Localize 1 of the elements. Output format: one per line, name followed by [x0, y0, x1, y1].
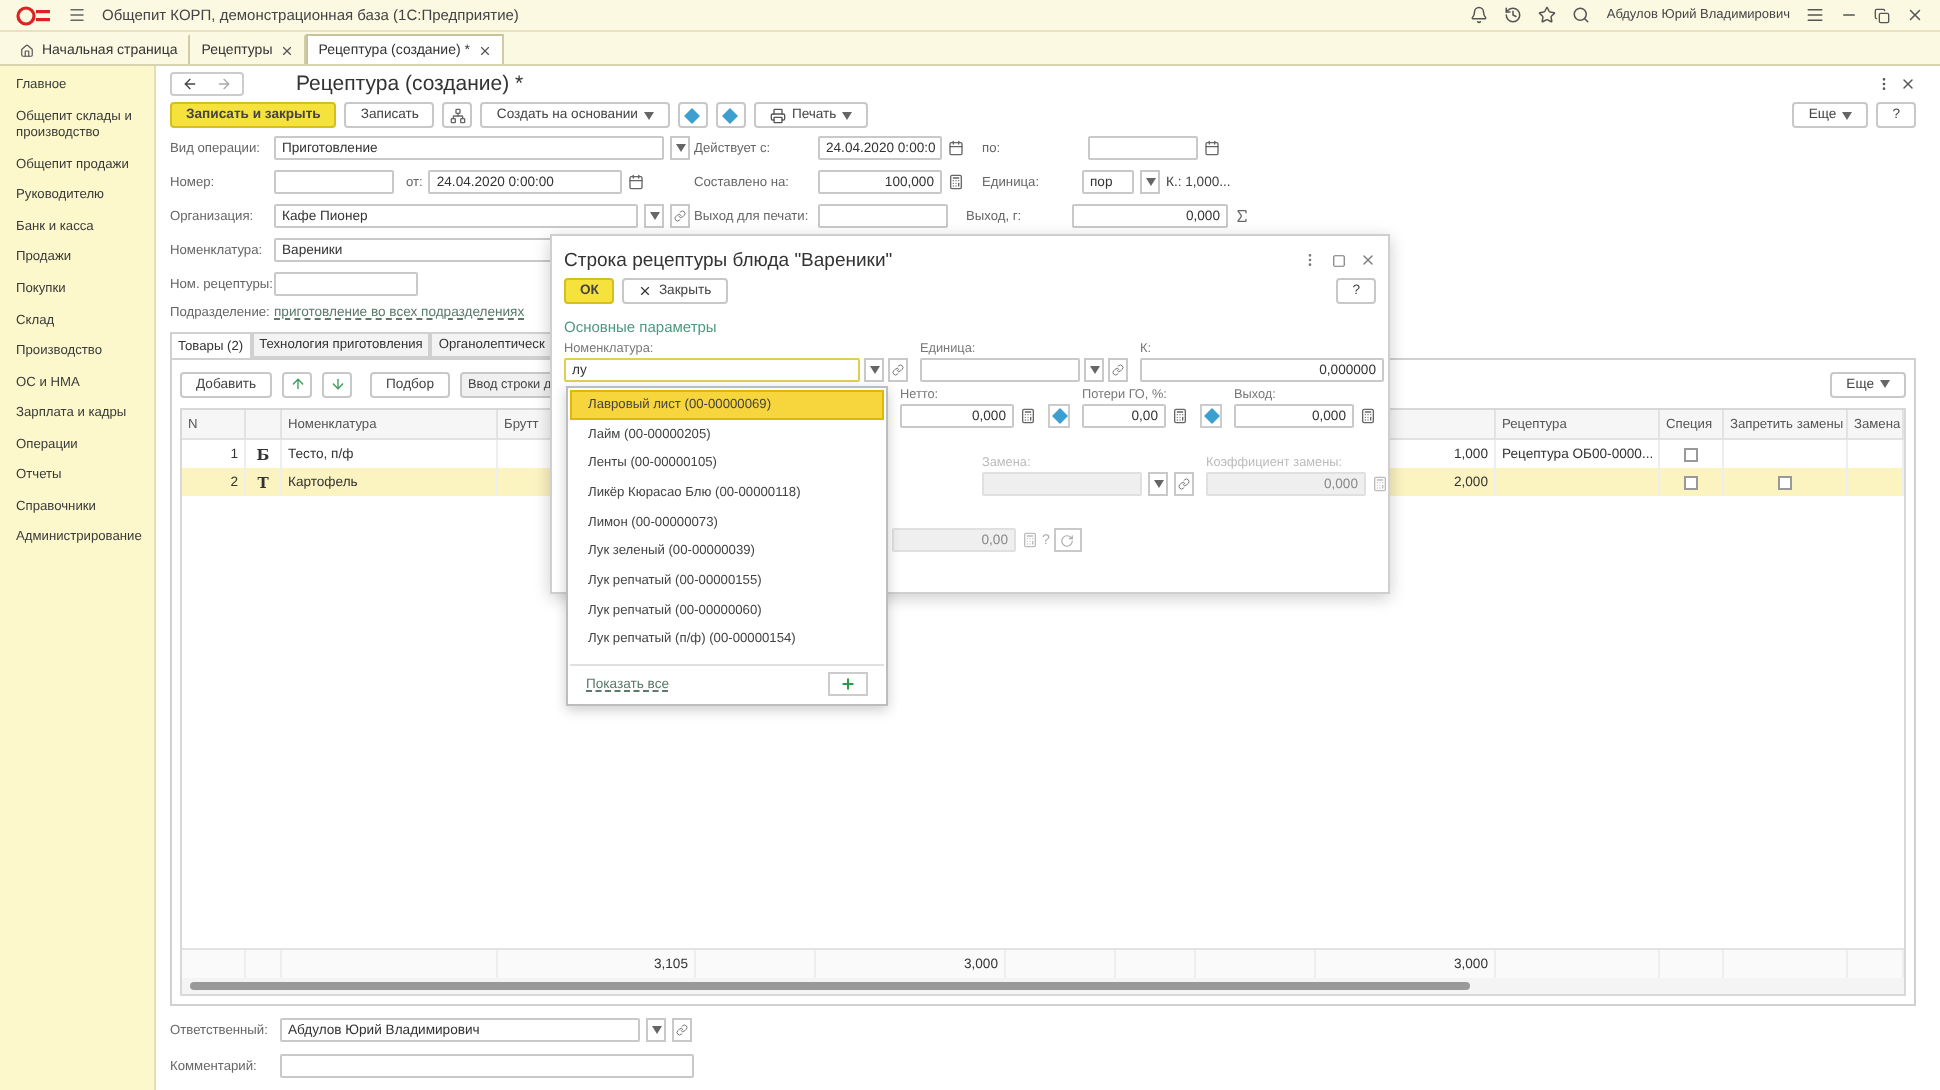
form-title: Рецептура (создание) *	[296, 72, 526, 96]
